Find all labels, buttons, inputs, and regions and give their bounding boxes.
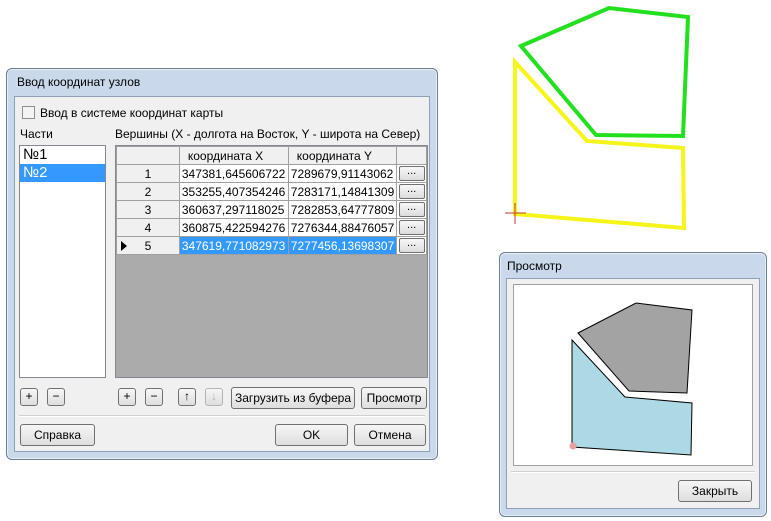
map-green-polygon	[517, 5, 691, 139]
map-crs-checkbox-label: Ввод в системе координат карты	[40, 106, 224, 120]
vertices-grid: координата X координата Y 1 347381,64560…	[115, 145, 428, 378]
close-button[interactable]: Закрыть	[678, 480, 752, 502]
cell-y[interactable]: 7282853,64777809	[287, 200, 398, 219]
cell-y[interactable]: 7289679,91143062	[287, 164, 398, 183]
column-header-x[interactable]: координата X	[178, 146, 289, 165]
separator	[511, 471, 755, 473]
row-ellipsis-button[interactable]: ...	[398, 166, 425, 182]
preview-window: Просмотр Закрыть	[499, 252, 767, 517]
move-down-button[interactable]: ↓	[205, 388, 223, 406]
preview-body: Закрыть	[506, 278, 760, 509]
row-ellipsis-button[interactable]: ...	[398, 184, 425, 200]
row-ellipsis-button[interactable]: ...	[398, 220, 425, 236]
preview-title: Просмотр	[507, 259, 562, 273]
parts-list-item-2[interactable]: №2	[20, 164, 105, 182]
add-vertex-button[interactable]: +	[118, 388, 136, 406]
table-row[interactable]: 3 360637,297118025 7282853,64777809 ...	[116, 200, 427, 219]
row-number[interactable]: 4	[116, 218, 180, 237]
row-number[interactable]: 1	[116, 164, 180, 183]
cell-x[interactable]: 360875,422594276	[178, 218, 289, 237]
cell-y[interactable]: 7283171,14841309	[287, 182, 398, 201]
preview-titlebar[interactable]: Просмотр	[500, 253, 766, 279]
table-row-selected[interactable]: 5 347619,771082973 7277456,13698307 ...	[116, 236, 427, 255]
row-number: 5	[144, 238, 152, 253]
cancel-button[interactable]: Отмена	[354, 424, 426, 446]
current-row-arrow-icon	[121, 241, 127, 251]
grid-corner-header	[116, 146, 180, 165]
cell-x[interactable]: 347619,771082973	[178, 236, 289, 255]
dialog-titlebar[interactable]: Ввод координат узлов	[7, 69, 437, 95]
cell-y[interactable]: 7276344,88476057	[287, 218, 398, 237]
table-row[interactable]: 4 360875,422594276 7276344,88476057 ...	[116, 218, 427, 237]
table-row[interactable]: 1 347381,645606722 7289679,91143062 ...	[116, 164, 427, 183]
row-header-selected[interactable]: 5	[116, 236, 180, 255]
map-yellow-polygon	[513, 56, 687, 231]
vertices-table: координата X координата Y 1 347381,64560…	[116, 146, 427, 255]
row-number[interactable]: 3	[116, 200, 180, 219]
dialog-title: Ввод координат узлов	[17, 75, 141, 89]
column-header-button	[396, 146, 427, 165]
cell-x[interactable]: 347381,645606722	[178, 164, 289, 183]
parts-list-item-1[interactable]: №1	[20, 146, 105, 164]
remove-vertex-button[interactable]: −	[145, 388, 163, 406]
table-row[interactable]: 2 353255,407354246 7283171,14841309 ...	[116, 182, 427, 201]
grid-header-row: координата X координата Y	[116, 146, 427, 165]
parts-list: №1 №2	[19, 145, 106, 378]
preview-canvas	[513, 284, 753, 466]
move-up-button[interactable]: ↑	[178, 388, 196, 406]
vertices-label: Вершины (X - долгота на Восток, Y - широ…	[115, 127, 421, 141]
coordinates-dialog: Ввод координат узлов Ввод в системе коор…	[6, 68, 438, 460]
row-number[interactable]: 2	[116, 182, 180, 201]
row-ellipsis-button[interactable]: ...	[398, 202, 425, 218]
ok-button[interactable]: OK	[275, 424, 348, 446]
parts-label: Части	[20, 127, 53, 141]
dialog-body: Ввод в системе координат карты Части Вер…	[14, 96, 430, 452]
help-button[interactable]: Справка	[20, 424, 95, 446]
cell-y[interactable]: 7277456,13698307	[287, 236, 398, 255]
cell-x[interactable]: 360637,297118025	[178, 200, 289, 219]
load-from-clipboard-button[interactable]: Загрузить из буфера	[231, 387, 355, 409]
start-point-marker	[569, 442, 577, 450]
remove-part-button[interactable]: −	[47, 388, 65, 406]
cell-x[interactable]: 353255,407354246	[178, 182, 289, 201]
row-ellipsis-button[interactable]: ...	[398, 238, 425, 254]
column-header-y[interactable]: координата Y	[287, 146, 398, 165]
separator	[19, 415, 425, 417]
preview-button[interactable]: Просмотр	[361, 387, 427, 409]
crosshair-cursor-icon	[505, 203, 526, 224]
map-crs-checkbox[interactable]	[22, 106, 35, 119]
add-part-button[interactable]: +	[20, 388, 38, 406]
